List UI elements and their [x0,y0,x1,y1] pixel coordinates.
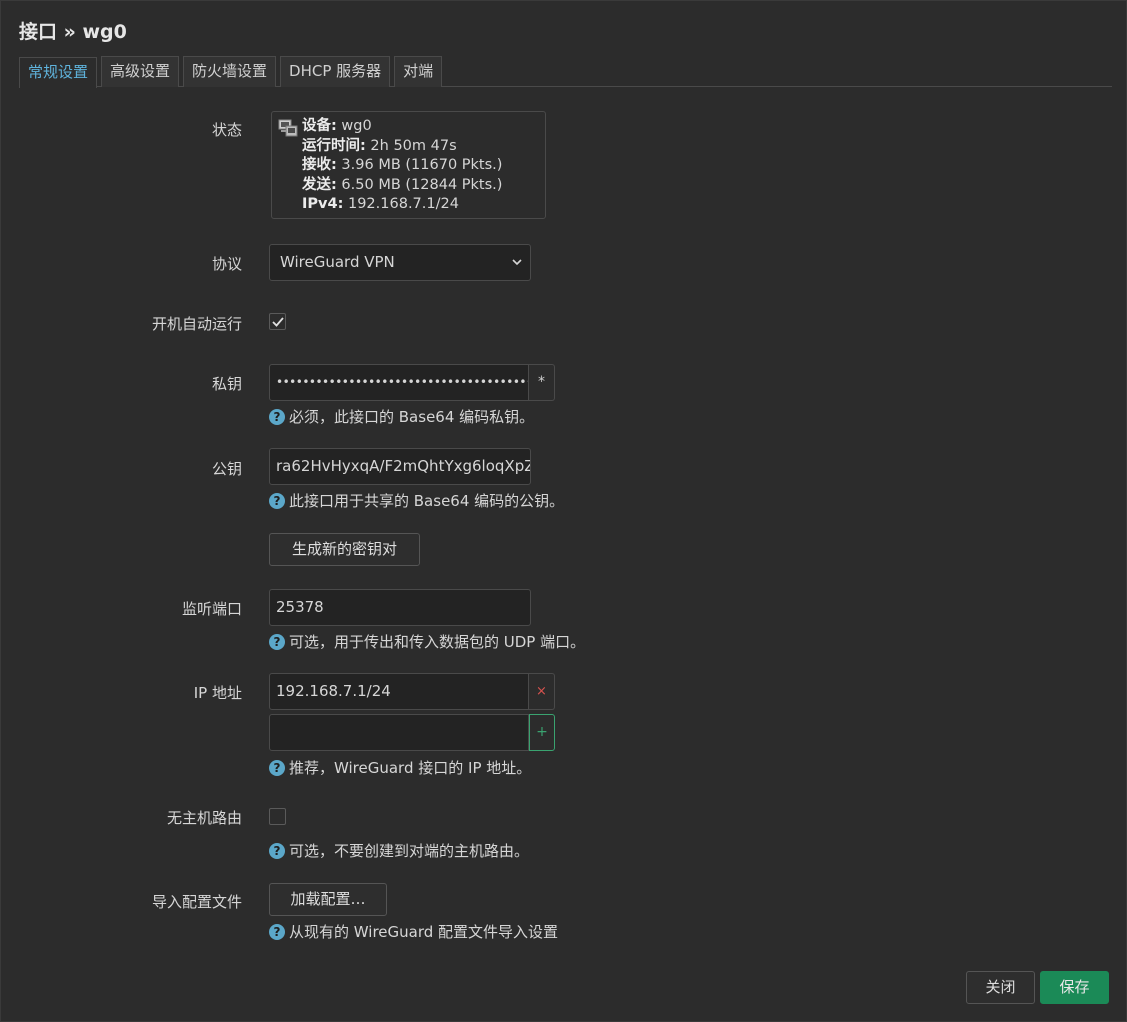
dialog-title: 接口 » wg0 [19,21,127,43]
public-key-help: ? 此接口用于共享的 Base64 编码的公钥。 [269,490,564,511]
ip-address-help: ? 推荐，WireGuard 接口的 IP 地址。 [269,757,531,778]
remove-ip-button[interactable]: × [529,673,555,710]
chevron-down-icon [512,259,522,266]
uptime-label: 运行时间: [302,137,366,154]
listen-port-label: 监听端口 [181,600,242,618]
help-circle-icon: ? [269,633,285,650]
no-host-route-checkbox[interactable] [269,808,286,825]
device-label: 设备: [302,118,337,134]
no-host-route-help-text: 可选，不要创建到对端的主机路由。 [289,842,530,860]
listen-port-help-text: 可选，用于传出和传入数据包的 UDP 端口。 [289,633,586,651]
help-circle-icon: ? [269,923,285,940]
tab-bar: 常规设置 高级设置 防火墙设置 DHCP 服务器 对端 [19,56,1112,88]
device-value: wg0 [341,118,372,134]
public-key-label: 公钥 [211,460,242,478]
tab-dhcp[interactable]: DHCP 服务器 [280,56,391,87]
no-host-route-help: ? 可选，不要创建到对端的主机路由。 [269,840,529,861]
rx-label: 接收: [302,157,337,173]
help-circle-icon: ? [269,759,285,776]
checkmark-icon [272,317,284,327]
load-config-button[interactable]: 加载配置… [269,883,387,916]
save-button[interactable]: 保存 [1040,971,1109,1004]
tab-general[interactable]: 常规设置 [19,57,98,88]
no-host-route-label: 无主机路由 [166,809,242,827]
ip-address-help-text: 推荐，WireGuard 接口的 IP 地址。 [289,759,532,777]
network-device-icon [278,119,298,137]
ipv4-label: IPv4: [302,196,344,212]
tab-peers[interactable]: 对端 [394,56,443,87]
import-config-help: ? 从现有的 WireGuard 配置文件导入设置 [269,921,558,942]
rx-value: 3.96 MB (11670 Pkts.) [341,157,503,173]
ip-address-input[interactable]: 192.168.7.1/24 [269,673,529,710]
autostart-label: 开机自动运行 [151,315,242,333]
public-key-help-text: 此接口用于共享的 Base64 编码的公钥。 [289,492,565,510]
private-key-input[interactable]: ••••••••••••••••••••••••••••••••••••••••… [269,364,529,401]
close-button[interactable]: 关闭 [966,971,1035,1004]
public-key-input[interactable]: ra62HvHyxqA/F2mQhtYxg6loqXpZ [269,448,531,485]
help-circle-icon: ? [269,842,285,859]
private-key-label: 私钥 [211,375,242,393]
listen-port-help: ? 可选，用于传出和传入数据包的 UDP 端口。 [269,631,585,652]
new-ip-address-input[interactable] [269,714,529,751]
listen-port-input[interactable]: 25378 [269,589,531,626]
import-config-label: 导入配置文件 [151,893,242,911]
add-ip-button[interactable]: + [529,714,555,751]
interface-dialog: 接口 » wg0 常规设置 高级设置 防火墙设置 DHCP 服务器 对端 状态 … [0,0,1127,1022]
protocol-value: WireGuard VPN [280,253,395,271]
generate-keypair-button[interactable]: 生成新的密钥对 [269,533,420,566]
import-config-help-text: 从现有的 WireGuard 配置文件导入设置 [289,923,559,941]
reveal-key-button[interactable]: * [529,364,555,401]
help-circle-icon: ? [269,408,285,425]
status-label: 状态 [211,121,242,139]
status-box: 设备: wg0 运行时间: 2h 50m 47s 接收: 3.96 MB (11… [271,111,546,219]
uptime-value: 2h 50m 47s [370,137,457,154]
tx-value: 6.50 MB (12844 Pkts.) [341,176,503,193]
ipv4-value: 192.168.7.1/24 [347,196,459,212]
ip-address-label: IP 地址 [193,684,242,702]
help-circle-icon: ? [269,492,285,509]
private-key-help-text: 必须，此接口的 Base64 编码私钥。 [289,408,535,426]
autostart-checkbox[interactable] [269,313,286,330]
tx-label: 发送: [302,176,337,193]
protocol-label: 协议 [211,255,242,273]
tab-firewall[interactable]: 防火墙设置 [183,56,277,87]
private-key-help: ? 必须，此接口的 Base64 编码私钥。 [269,406,534,427]
tab-advanced[interactable]: 高级设置 [101,56,180,87]
protocol-select[interactable]: WireGuard VPN [269,244,531,281]
